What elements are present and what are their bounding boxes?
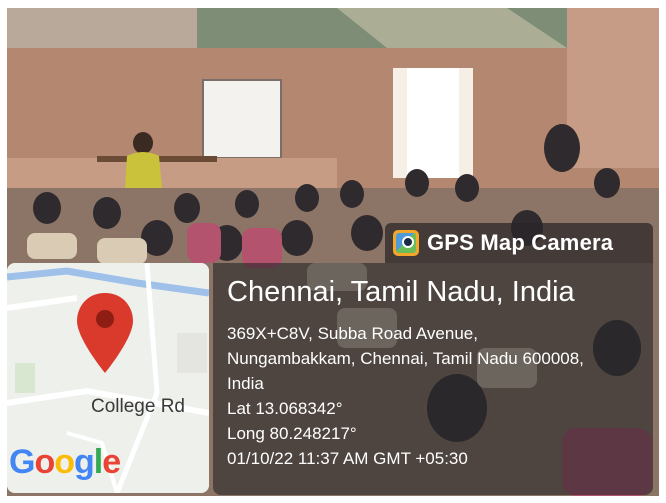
location-title: Chennai, Tamil Nadu, India — [227, 276, 575, 308]
google-logo-letter: G — [9, 443, 35, 481]
google-logo-letter: o — [34, 443, 55, 481]
gps-map-camera-logo-icon — [393, 230, 419, 256]
address-line: 369X+C8V, Subba Road Avenue, — [227, 324, 478, 343]
google-logo-letter: e — [102, 443, 121, 481]
projector-screen — [202, 79, 282, 159]
map-thumbnail: College Rd Google — [7, 263, 209, 493]
google-logo-letter: o — [54, 443, 75, 481]
google-logo-letter: g — [74, 443, 95, 481]
address-line: India — [227, 374, 264, 393]
longitude: Long 80.248217° — [227, 424, 357, 443]
timestamp: 01/10/22 11:37 AM GMT +05:30 — [227, 449, 468, 468]
speaker-head — [133, 132, 153, 154]
location-info-box: Chennai, Tamil Nadu, India 369X+C8V, Sub… — [213, 263, 653, 495]
gps-map-camera-tag: GPS Map Camera — [385, 223, 653, 263]
map-road-label: College Rd — [91, 396, 185, 417]
screenshot-stage: GPS Map Camera College Rd Google Chennai… — [0, 0, 666, 503]
app-name: GPS Map Camera — [427, 230, 614, 255]
doorway-glow — [407, 68, 459, 178]
google-logo: Google — [9, 443, 121, 482]
address-block: 369X+C8V, Subba Road Avenue, Nungambakka… — [227, 321, 653, 396]
map-park — [15, 363, 35, 393]
map-block — [177, 333, 207, 373]
latitude: Lat 13.068342° — [227, 399, 343, 418]
right-window-curtain — [567, 8, 659, 168]
google-logo-letter: l — [93, 443, 104, 481]
address-line: Nungambakkam, Chennai, Tamil Nadu 600008… — [227, 349, 584, 368]
